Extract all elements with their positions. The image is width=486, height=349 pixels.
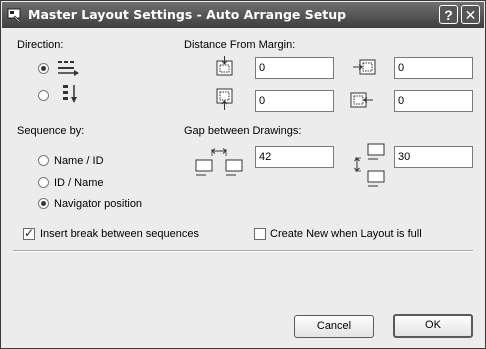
gap-horizontal-field[interactable] — [255, 146, 334, 168]
sequence-by-label: Sequence by: — [17, 125, 85, 137]
vertical-gap-icon — [354, 143, 385, 187]
sequence-id-name-radio[interactable] — [38, 177, 49, 188]
create-new-label[interactable]: Create New when Layout is full — [270, 228, 422, 240]
direction-horizontal-radio[interactable] — [38, 63, 49, 74]
title-bar[interactable]: Master Layout Settings - Auto Arrange Se… — [2, 2, 484, 28]
margin-left-field[interactable] — [394, 90, 473, 112]
sequence-name-id-label[interactable]: Name / ID — [54, 155, 104, 167]
margin-top-field[interactable] — [255, 57, 334, 79]
window-title: Master Layout Settings - Auto Arrange Se… — [28, 7, 347, 22]
close-button[interactable]: ✕ — [461, 5, 480, 24]
horizontal-gap-icon — [195, 148, 243, 176]
ok-button[interactable]: OK — [393, 314, 473, 338]
margin-right-field[interactable] — [394, 57, 473, 79]
separator — [13, 250, 473, 252]
sequence-navigator-radio[interactable] — [38, 198, 49, 209]
sequence-navigator-label[interactable]: Navigator position — [54, 198, 142, 210]
direction-label: Direction: — [17, 39, 64, 51]
cancel-button[interactable]: Cancel — [294, 315, 374, 338]
distance-from-margin-label: Distance From Margin: — [184, 39, 296, 51]
sequence-id-name-label[interactable]: ID / Name — [54, 177, 104, 189]
gap-vertical-field[interactable] — [394, 146, 473, 168]
sequence-name-id-radio[interactable] — [38, 155, 49, 166]
create-new-checkbox[interactable] — [254, 228, 266, 240]
margin-right-icon — [353, 59, 376, 75]
horizontal-arrange-icon — [58, 61, 79, 76]
margin-bottom-field[interactable] — [255, 90, 334, 112]
dialog-window: Master Layout Settings - Auto Arrange Se… — [0, 0, 486, 349]
gap-between-drawings-label: Gap between Drawings: — [184, 125, 302, 137]
margin-left-icon — [350, 92, 373, 108]
vertical-arrange-icon — [63, 85, 77, 103]
insert-break-label[interactable]: Insert break between sequences — [40, 228, 199, 240]
app-icon — [7, 8, 22, 23]
help-button[interactable]: ? — [439, 5, 458, 24]
insert-break-checkbox[interactable] — [23, 226, 35, 240]
direction-vertical-radio[interactable] — [38, 90, 49, 101]
margin-bottom-icon — [216, 88, 233, 110]
margin-top-icon — [216, 56, 233, 76]
